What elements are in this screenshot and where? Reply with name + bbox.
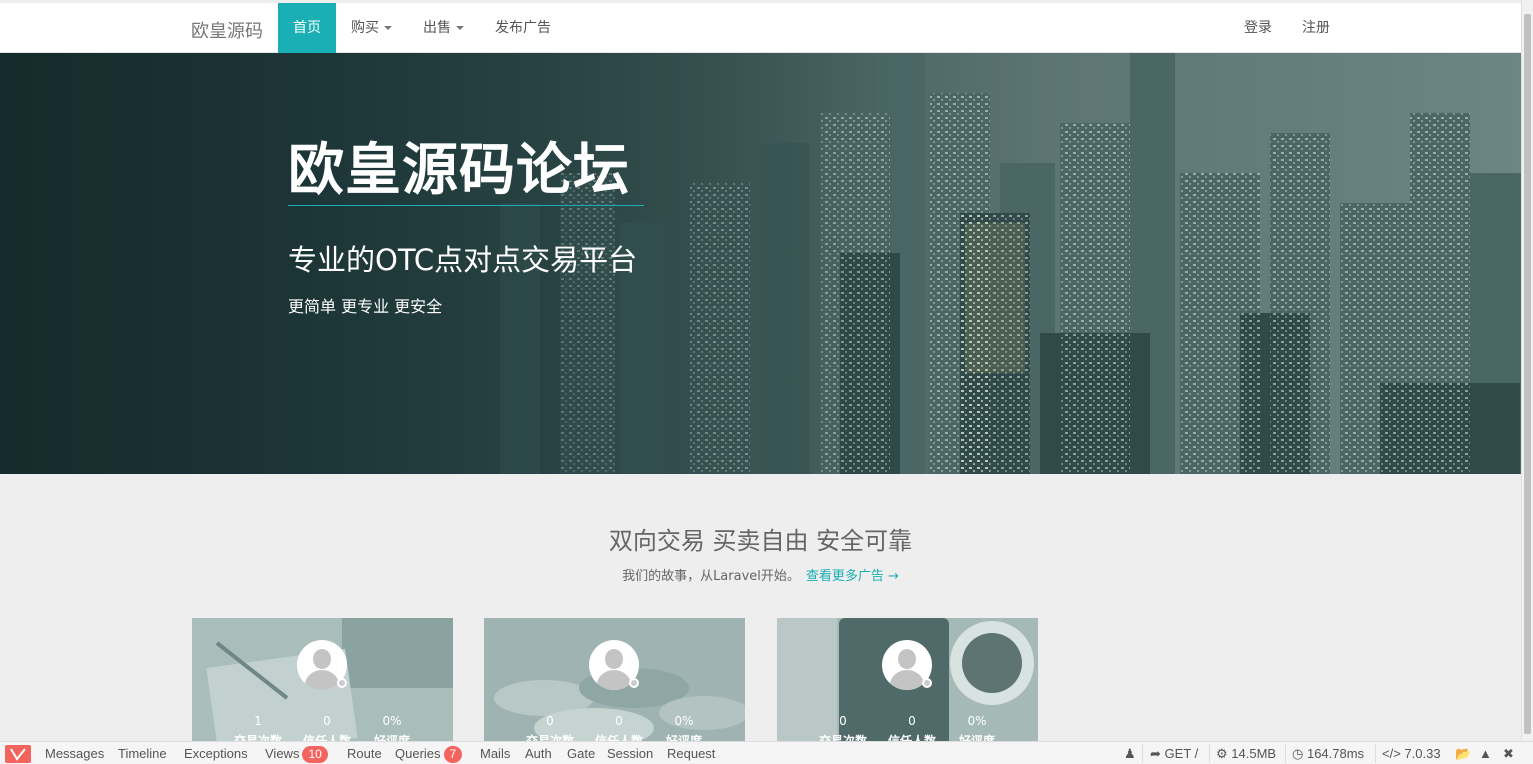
register-link[interactable]: 注册 [1287, 3, 1345, 53]
tab-timeline[interactable]: Timeline [118, 746, 167, 761]
rating-value: 0% [674, 714, 694, 728]
tab-request[interactable]: Request [667, 746, 715, 761]
view-more-ads-link[interactable]: 查看更多广告 → [806, 569, 899, 584]
hero-banner: 欧皇源码论坛 专业的OTC点对点交易平台 更简单 更专业 更安全 [0, 53, 1521, 474]
trust-value: 0 [908, 714, 916, 728]
tab-session[interactable]: Session [607, 746, 653, 761]
clock-icon: ◷ [1292, 746, 1304, 761]
php-version-value: 7.0.33 [1404, 746, 1441, 761]
nav-post-ad[interactable]: 发布广告 [480, 3, 566, 53]
register-label: 注册 [1302, 20, 1330, 36]
queries-count-badge: 7 [443, 746, 463, 763]
user-icon: ♟ [1124, 746, 1136, 761]
rating-value: 0% [382, 714, 402, 728]
share-icon: ➦ [1150, 746, 1161, 761]
brand-logo-text[interactable]: 欧皇源码 [191, 17, 263, 43]
nav-home-label: 首页 [293, 20, 321, 36]
tab-views[interactable]: Views 10 [265, 746, 328, 763]
separator [1285, 744, 1286, 763]
close-icon[interactable]: ✖ [1503, 746, 1514, 762]
rating-value: 0% [967, 714, 987, 728]
trader-card[interactable]: 1 交易次数 0 信任人数 0% 好评度 [192, 618, 453, 748]
chevron-down-icon [456, 26, 464, 30]
trust-value: 0 [615, 714, 623, 728]
status-dot [629, 678, 639, 688]
section-desc-text: 我们的故事，从Laravel开始。 [622, 569, 800, 584]
separator [1375, 744, 1376, 763]
section-title: 双向交易 买卖自由 安全可靠 [608, 527, 913, 555]
separator [1209, 744, 1210, 763]
hero-tagline: 更简单 更专业 更安全 [288, 297, 443, 316]
section-description: 我们的故事，从Laravel开始。 查看更多广告 → [0, 565, 1521, 584]
trust-value: 0 [323, 714, 331, 728]
trader-card[interactable]: 0 交易次数 0 信任人数 0% 好评度 [484, 618, 745, 748]
login-label: 登录 [1244, 20, 1272, 36]
hero-title: 欧皇源码论坛 [288, 138, 630, 203]
nav-sell-label: 出售 [423, 20, 451, 36]
top-navbar: 欧皇源码 首页 购买 出售 发布广告 登录 注册 [0, 3, 1521, 53]
tab-route[interactable]: Route [347, 746, 382, 761]
views-count-badge: 10 [302, 746, 328, 763]
vertical-scrollbar[interactable] [1521, 0, 1533, 741]
chevron-down-icon [384, 26, 392, 30]
laravel-debugbar: Messages Timeline Exceptions Views 10 Rou… [0, 741, 1533, 764]
tab-messages[interactable]: Messages [45, 746, 104, 761]
folder-open-icon[interactable]: 📂 [1455, 746, 1471, 762]
hero-divider [288, 205, 644, 206]
memory-usage: ⚙ 14.5MB [1216, 746, 1276, 762]
time-value: 164.78ms [1306, 746, 1365, 761]
code-icon: </> [1382, 746, 1401, 761]
nav-buy-dropdown[interactable]: 购买 [336, 3, 407, 53]
request-method-text: GET / [1164, 746, 1199, 761]
tab-views-label: Views [265, 746, 300, 761]
trades-value: 0 [546, 714, 554, 728]
nav-sell-dropdown[interactable]: 出售 [408, 3, 479, 53]
tab-mails[interactable]: Mails [480, 746, 510, 761]
tab-gate[interactable]: Gate [567, 746, 595, 761]
memory-value: 14.5MB [1231, 746, 1277, 761]
separator [1142, 744, 1143, 763]
tab-auth[interactable]: Auth [525, 746, 552, 761]
trader-card[interactable]: 0 交易次数 0 信任人数 0% 好评度 [777, 618, 1038, 748]
cogs-icon: ⚙ [1216, 746, 1228, 761]
status-dot [922, 678, 932, 688]
php-version: </> 7.0.33 [1382, 746, 1441, 761]
scrollbar-thumb[interactable] [1524, 14, 1531, 734]
hero-subtitle: 专业的OTC点对点交易平台 [288, 243, 638, 277]
nav-buy-label: 购买 [351, 20, 379, 36]
tab-queries[interactable]: Queries 7 [395, 746, 463, 763]
trades-value: 0 [839, 714, 847, 728]
tab-exceptions[interactable]: Exceptions [184, 746, 248, 761]
tab-queries-label: Queries [395, 746, 441, 761]
city-skyline-background [0, 53, 1521, 474]
status-dot [337, 678, 347, 688]
nav-post-ad-label: 发布广告 [495, 20, 551, 36]
trades-value: 1 [254, 714, 262, 728]
request-method[interactable]: ➦ GET / [1150, 746, 1198, 762]
login-link[interactable]: 登录 [1229, 3, 1287, 53]
laravel-logo-icon[interactable] [5, 745, 31, 763]
nav-home[interactable]: 首页 [278, 3, 336, 53]
request-time: ◷ 164.78ms [1292, 746, 1364, 762]
chevron-up-icon[interactable]: ▲ [1479, 746, 1492, 761]
